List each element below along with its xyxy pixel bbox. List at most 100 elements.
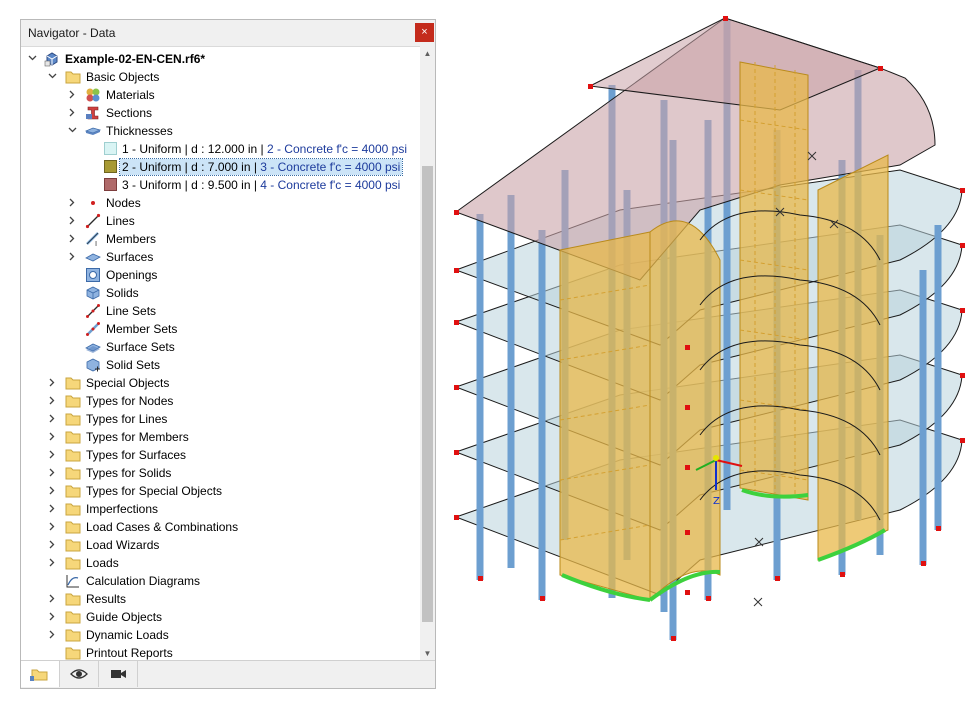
tree-item-label: Load Cases & Combinations <box>86 520 239 534</box>
chevron-right-icon[interactable] <box>68 108 76 117</box>
close-button[interactable]: × <box>415 23 434 42</box>
chevron-right-icon[interactable] <box>68 252 76 261</box>
thickness-color-swatch <box>104 178 117 191</box>
vertical-scrollbar[interactable]: ▲ ▼ <box>420 46 435 662</box>
scroll-up-arrow-icon[interactable]: ▲ <box>420 46 435 62</box>
chevron-down-icon[interactable] <box>68 126 77 134</box>
tree-item-members[interactable]: I Members <box>21 230 420 248</box>
chevron-down-icon[interactable] <box>28 54 37 62</box>
chevron-right-icon[interactable] <box>48 486 56 495</box>
tree-item-label: Materials <box>106 88 155 102</box>
thickness-item-2[interactable]: 2 - Uniform | d : 7.000 in | 3 - Concret… <box>21 158 420 176</box>
tree-item-solids[interactable]: Solids <box>21 284 420 302</box>
diagram-icon <box>65 573 81 589</box>
thickness-item-3[interactable]: 3 - Uniform | d : 9.500 in | 4 - Concret… <box>21 176 420 194</box>
chevron-right-icon[interactable] <box>48 630 56 639</box>
folder-icon <box>65 501 81 517</box>
data-tab-icon <box>30 669 48 681</box>
tree-item-types-for-lines[interactable]: Types for Lines <box>21 410 420 428</box>
tree-item-surfaces[interactable]: Surfaces <box>21 248 420 266</box>
tree-item-sections[interactable]: Sections <box>21 104 420 122</box>
tree-item-solid-sets[interactable]: Solid Sets <box>21 356 420 374</box>
thickness-item-1[interactable]: 1 - Uniform | d : 12.000 in | 2 - Concre… <box>21 140 420 158</box>
tree-item-surface-sets[interactable]: Surface Sets <box>21 338 420 356</box>
chevron-right-icon[interactable] <box>48 594 56 603</box>
tree-item-basic-objects[interactable]: Basic Objects <box>21 68 420 86</box>
tree-item-types-for-special-objects[interactable]: Types for Special Objects <box>21 482 420 500</box>
tree-item-materials[interactable]: Materials <box>21 86 420 104</box>
navigator-title: Navigator - Data <box>28 26 116 40</box>
folder-icon <box>65 447 81 463</box>
tree-item-label: Surfaces <box>106 250 154 264</box>
tree-item-types-for-members[interactable]: Types for Members <box>21 428 420 446</box>
tab-views[interactable] <box>99 661 138 687</box>
thickness-item-label: 3 - Uniform | d : 9.500 in | 4 - Concret… <box>122 178 401 192</box>
chevron-right-icon[interactable] <box>48 612 56 621</box>
chevron-right-icon[interactable] <box>48 522 56 531</box>
chevron-right-icon[interactable] <box>48 540 56 549</box>
chevron-right-icon[interactable] <box>48 414 56 423</box>
tree-item-label: Lines <box>106 214 135 228</box>
tree-item-loads[interactable]: Loads <box>21 554 420 572</box>
materials-icon <box>85 87 101 103</box>
tree-item-line-sets[interactable]: Line Sets <box>21 302 420 320</box>
folder-icon <box>65 537 81 553</box>
navigator-title-bar: Navigator - Data × <box>21 20 435 47</box>
chevron-right-icon[interactable] <box>68 234 76 243</box>
folder-icon <box>65 627 81 643</box>
tree-item-types-for-solids[interactable]: Types for Solids <box>21 464 420 482</box>
sections-icon <box>85 105 101 121</box>
chevron-right-icon[interactable] <box>48 468 56 477</box>
thickness-icon <box>84 123 102 139</box>
tree-item-label: Line Sets <box>106 304 157 318</box>
chevron-right-icon[interactable] <box>48 432 56 441</box>
tree-item-guide-objects[interactable]: Guide Objects <box>21 608 420 626</box>
tree-item-label: Types for Surfaces <box>86 448 187 462</box>
tab-data[interactable] <box>21 661 60 687</box>
tree-item-types-for-surfaces[interactable]: Types for Surfaces <box>21 446 420 464</box>
chevron-right-icon[interactable] <box>68 216 76 225</box>
chevron-right-icon[interactable] <box>48 378 56 387</box>
chevron-right-icon[interactable] <box>48 450 56 459</box>
thickness-item-label: 1 - Uniform | d : 12.000 in | 2 - Concre… <box>122 142 408 156</box>
tree-item-nodes[interactable]: Nodes <box>21 194 420 212</box>
tree-item-special-objects[interactable]: Special Objects <box>21 374 420 392</box>
tree-item-label: Guide Objects <box>86 610 163 624</box>
surface-icon <box>85 249 101 265</box>
tree-root[interactable]: Example-02-EN-CEN.rf6* <box>21 50 420 68</box>
line-set-icon <box>85 303 101 319</box>
chevron-right-icon[interactable] <box>48 558 56 567</box>
node-icon <box>85 195 101 211</box>
chevron-right-icon[interactable] <box>48 504 56 513</box>
chevron-right-icon[interactable] <box>48 396 56 405</box>
chevron-right-icon[interactable] <box>68 90 76 99</box>
chevron-right-icon[interactable] <box>68 198 76 207</box>
tree-item-thicknesses[interactable]: Thicknesses <box>21 122 420 140</box>
chevron-down-icon[interactable] <box>48 72 57 80</box>
tree-item-dynamic-loads[interactable]: Dynamic Loads <box>21 626 420 644</box>
folder-icon <box>65 555 81 571</box>
thickness-color-swatch <box>104 160 117 173</box>
tree-item-label: Dynamic Loads <box>86 628 169 642</box>
tree-item-types-for-nodes[interactable]: Types for Nodes <box>21 392 420 410</box>
solid-set-icon <box>85 357 101 373</box>
tree-item-calculation-diagrams[interactable]: Calculation Diagrams <box>21 572 420 590</box>
tree-item-load-cases[interactable]: Load Cases & Combinations <box>21 518 420 536</box>
navigator-panel: Navigator - Data × Example-02-EN-CEN.rf6… <box>20 19 436 689</box>
tree-item-member-sets[interactable]: Member Sets <box>21 320 420 338</box>
tree-item-load-wizards[interactable]: Load Wizards <box>21 536 420 554</box>
tree-item-results[interactable]: Results <box>21 590 420 608</box>
tree-item-openings[interactable]: Openings <box>21 266 420 284</box>
folder-icon <box>65 591 81 607</box>
model-viewport[interactable]: Z <box>440 0 973 714</box>
tree-item-label: Special Objects <box>86 376 170 390</box>
tree-item-label: Basic Objects <box>86 70 160 84</box>
folder-icon <box>65 411 81 427</box>
line-icon <box>85 213 101 229</box>
structural-model-drawing: Z <box>454 16 965 641</box>
tree-item-imperfections[interactable]: Imperfections <box>21 500 420 518</box>
scrollbar-thumb[interactable] <box>422 166 433 622</box>
tree-item-label: Solid Sets <box>106 358 161 372</box>
tab-display[interactable] <box>60 661 99 687</box>
tree-item-lines[interactable]: Lines <box>21 212 420 230</box>
